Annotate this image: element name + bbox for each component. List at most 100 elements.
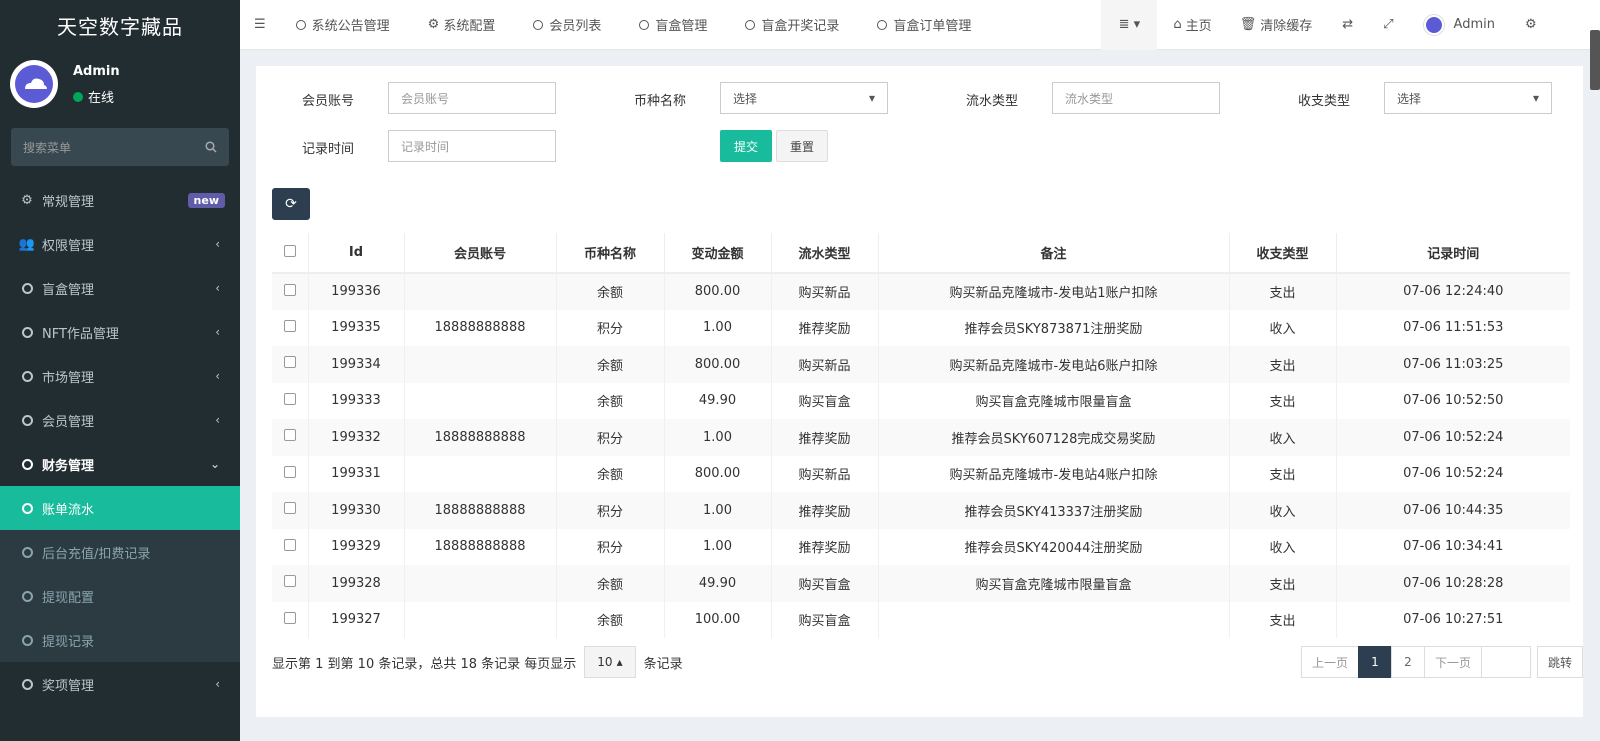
sidebar-item-members[interactable]: 会员管理 ‹ xyxy=(0,398,240,442)
row-checkbox[interactable] xyxy=(283,319,296,332)
menu-toggle-button[interactable]: ☰ xyxy=(254,17,266,32)
row-currency: 余额 xyxy=(555,601,664,638)
table-row[interactable]: 199328 余额 49.90 购买盲盒 购买盲盒克隆城市限量盲盒 支出 07-06 10:… xyxy=(272,565,1570,602)
user-name: Admin xyxy=(73,64,120,79)
table-row[interactable]: 199327 余额 100.00 购买盲盒 支出 07-06 10:27:51 xyxy=(272,601,1570,638)
account-input[interactable]: 会员账号 xyxy=(388,82,556,114)
row-remark: 推荐会员SKY413337注册奖励 xyxy=(877,492,1229,529)
select-all-checkbox[interactable] xyxy=(283,244,296,257)
jump-page-input[interactable] xyxy=(1480,646,1531,678)
table-row[interactable]: 199329 18888888888 积分 1.00 推荐奖励 推荐会员SKY420044… xyxy=(272,528,1570,565)
refresh-button[interactable]: ⟳ xyxy=(272,188,310,220)
tabs-dropdown-button[interactable]: ≣ ▾ xyxy=(1101,0,1158,50)
col-record-time[interactable]: 记录时间 xyxy=(1335,233,1570,274)
gears-icon: ⚙ xyxy=(1524,17,1537,32)
currency-select[interactable]: 选择 ▾ xyxy=(720,82,888,114)
flow-type-input[interactable]: 流水类型 xyxy=(1052,82,1220,114)
circle-icon xyxy=(21,326,33,338)
chevron-left-icon: ‹ xyxy=(215,237,220,251)
col-flow-type[interactable]: 流水类型 xyxy=(770,233,878,274)
io-type-select[interactable]: 选择 ▾ xyxy=(1384,82,1552,114)
sidebar-item-general[interactable]: ⚙ 常规管理 new xyxy=(0,178,240,222)
row-checkbox[interactable] xyxy=(283,502,296,515)
account-label: 会员账号 xyxy=(302,94,355,109)
page-1-button[interactable]: 1 xyxy=(1357,646,1392,678)
row-remark: 购买新品克隆城市-发电站6账户扣除 xyxy=(877,346,1229,383)
sidebar-item-nft[interactable]: NFT作品管理 ‹ xyxy=(0,310,240,354)
row-id: 199336 xyxy=(307,273,404,310)
table-row[interactable]: 199330 18888888888 积分 1.00 推荐奖励 推荐会员SKY413337… xyxy=(272,492,1570,529)
tab-blindbox-orders[interactable]: 盲盒订单管理 xyxy=(877,15,971,34)
sidebar-item-withdraw-records[interactable]: 提现记录 xyxy=(0,618,240,662)
table-row[interactable]: 199332 18888888888 积分 1.00 推荐奖励 推荐会员SKY607128… xyxy=(272,419,1570,456)
jump-button[interactable]: 跳转 xyxy=(1536,646,1583,678)
sidebar-item-market[interactable]: 市场管理 ‹ xyxy=(0,354,240,398)
row-currency: 积分 xyxy=(555,309,664,346)
col-currency[interactable]: 币种名称 xyxy=(555,233,664,274)
circle-icon xyxy=(639,19,650,30)
col-remark[interactable]: 备注 xyxy=(877,233,1229,274)
sidebar-item-blindbox[interactable]: 盲盒管理 ‹ xyxy=(0,266,240,310)
fullscreen-button[interactable]: ⤢ xyxy=(1383,17,1393,32)
sidebar-item-bill-flow[interactable]: 账单流水 xyxy=(0,486,240,530)
next-page-button[interactable]: 下一页 xyxy=(1423,646,1482,678)
currency-value: 选择 xyxy=(733,91,758,106)
circle-icon xyxy=(21,634,33,646)
scrollbar[interactable] xyxy=(1590,30,1600,90)
translate-button[interactable]: ⇄ xyxy=(1342,17,1353,32)
select-all-cell xyxy=(272,233,308,274)
prev-page-button[interactable]: 上一页 xyxy=(1300,646,1359,678)
record-time-input[interactable]: 记录时间 xyxy=(388,130,556,162)
clear-cache-button[interactable]: 🗑 清除缓存 xyxy=(1240,15,1313,34)
sidebar-search-input[interactable]: 搜索菜单 xyxy=(11,128,229,166)
row-checkbox[interactable] xyxy=(283,465,296,478)
sidebar-item-withdraw-config[interactable]: 提现配置 xyxy=(0,574,240,618)
col-id[interactable]: Id xyxy=(307,233,404,274)
tab-system-notice[interactable]: 系统公告管理 xyxy=(295,15,390,34)
settings-button[interactable]: ⚙ xyxy=(1525,17,1537,32)
sidebar-item-permissions[interactable]: 👥 权限管理 ‹ xyxy=(0,222,240,266)
home-button[interactable]: ⌂ 主页 xyxy=(1173,15,1211,34)
col-amount[interactable]: 变动金额 xyxy=(663,233,771,274)
col-account[interactable]: 会员账号 xyxy=(403,233,556,274)
table-row[interactable]: 199334 余额 800.00 购买新品 购买新品克隆城市-发电站6账户扣除 支出 07-… xyxy=(272,346,1570,383)
row-amount: 1.00 xyxy=(663,528,771,565)
row-checkbox[interactable] xyxy=(283,575,296,588)
row-record-time: 07-06 10:52:50 xyxy=(1335,382,1570,419)
table-row[interactable]: 199331 余额 800.00 购买新品 购买新品克隆城市-发电站4账户扣除 支出 07-… xyxy=(272,455,1570,492)
row-checkbox[interactable] xyxy=(283,538,296,551)
circle-icon xyxy=(21,546,33,558)
page-2-button[interactable]: 2 xyxy=(1390,646,1425,678)
row-account xyxy=(403,455,556,492)
row-checkbox[interactable] xyxy=(283,429,296,442)
row-record-time: 07-06 10:34:41 xyxy=(1335,528,1570,565)
reset-button[interactable]: 重置 xyxy=(776,130,828,162)
submit-button[interactable]: 提交 xyxy=(720,130,772,162)
search-icon xyxy=(205,141,217,153)
sidebar-menu: ⚙ 常规管理 new 👥 权限管理 ‹ 盲盒管理 ‹ NFT作品管理 ‹ 市场管… xyxy=(0,178,240,706)
page-size-select[interactable]: 10 ▴ xyxy=(584,646,636,678)
row-checkbox[interactable] xyxy=(283,392,296,405)
table-row[interactable]: 199335 18888888888 积分 1.00 推荐奖励 推荐会员SKY873871… xyxy=(272,309,1570,346)
row-amount: 800.00 xyxy=(663,273,771,310)
table-row[interactable]: 199336 余额 800.00 购买新品 购买新品克隆城市-发电站1账户扣除 支出 07-… xyxy=(272,273,1570,310)
tab-blindbox-manage[interactable]: 盲盒管理 xyxy=(639,15,707,34)
table-row[interactable]: 199333 余额 49.90 购买盲盒 购买盲盒克隆城市限量盲盒 支出 07-06 10:… xyxy=(272,382,1570,419)
sidebar-item-recharge-records[interactable]: 后台充值/扣费记录 xyxy=(0,530,240,574)
tab-system-config[interactable]: ⚙ 系统配置 xyxy=(428,15,496,34)
row-checkbox[interactable] xyxy=(283,356,296,369)
home-icon: ⌂ xyxy=(1173,17,1182,32)
row-io-type: 支出 xyxy=(1228,346,1336,383)
col-io-type[interactable]: 收支类型 xyxy=(1228,233,1336,274)
currency-label: 币种名称 xyxy=(634,94,687,109)
row-checkbox[interactable] xyxy=(283,283,296,296)
users-icon: 👥 xyxy=(18,236,36,252)
sidebar-item-finance[interactable]: 财务管理 ⌄ xyxy=(0,442,240,486)
tab-blindbox-draw-records[interactable]: 盲盒开奖记录 xyxy=(745,15,839,34)
row-checkbox[interactable] xyxy=(283,611,296,624)
tab-member-list[interactable]: 会员列表 xyxy=(533,15,601,34)
admin-menu[interactable]: Admin xyxy=(1423,14,1495,35)
sidebar-item-awards[interactable]: 奖项管理 ‹ xyxy=(0,662,240,706)
caret-up-icon: ▴ xyxy=(616,655,623,669)
table-header-row: Id 会员账号 币种名称 变动金额 流水类型 备注 收支类型 记录时间 xyxy=(272,233,1570,274)
